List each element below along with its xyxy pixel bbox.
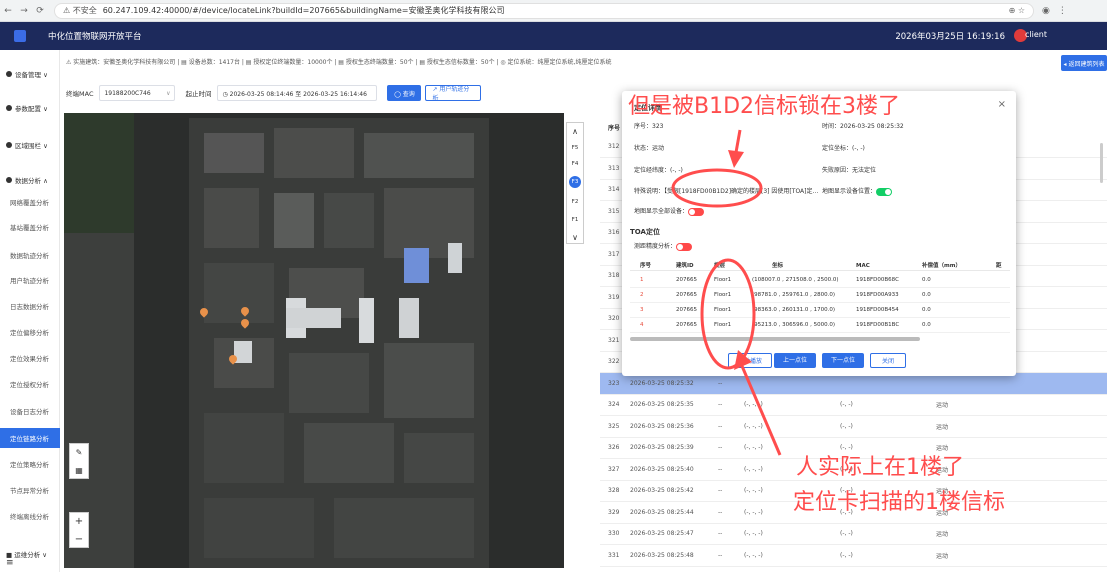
annotation-bottom-1: 人实际上在1楼了 (796, 455, 964, 480)
annotation-top: 但是被B1D2信标锁在3楼了 (628, 94, 901, 119)
annotation-circle-floor (700, 258, 756, 370)
annotation-bottom-2: 定位卡扫描的1楼信标 (793, 490, 1005, 515)
annotation-arrow-bottom (740, 365, 782, 456)
arrowhead-icon (728, 150, 744, 168)
annotation-circle-special (671, 168, 763, 208)
